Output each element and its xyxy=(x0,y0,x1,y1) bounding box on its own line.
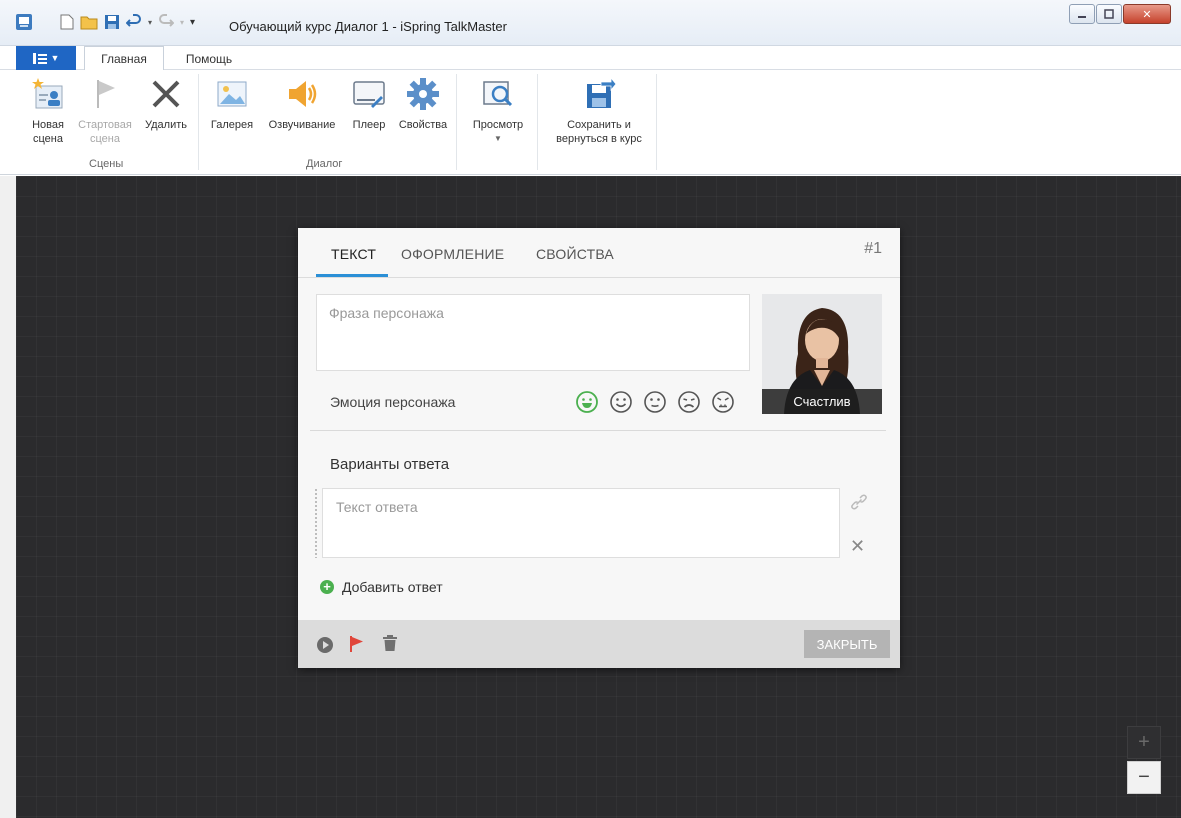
group-label-dialog: Диалог xyxy=(306,158,343,170)
properties-label: Свойства xyxy=(398,119,448,131)
chevron-down-icon: ▼ xyxy=(50,53,60,63)
save-icon[interactable] xyxy=(104,14,120,30)
gear-icon xyxy=(407,78,439,110)
redo-icon xyxy=(159,14,175,27)
tab-properties[interactable]: СВОЙСТВА xyxy=(536,246,614,262)
window-title: Обучающий курс Диалог 1 - iSpring TalkMa… xyxy=(229,19,507,34)
zoom-controls: + − xyxy=(1127,726,1161,794)
start-scene-label-1: Стартовая xyxy=(78,119,132,131)
emotion-happy-icon[interactable] xyxy=(575,390,599,414)
emotion-smile-icon[interactable] xyxy=(609,390,633,414)
scene-card: ТЕКСТ ОФОРМЛЕНИЕ СВОЙСТВА #1 Фраза персо… xyxy=(298,228,900,668)
answers-heading: Варианты ответа xyxy=(330,456,450,473)
properties-button[interactable]: Свойства xyxy=(394,76,452,132)
emotion-neutral-icon[interactable] xyxy=(643,390,667,414)
delete-x-icon xyxy=(152,80,180,108)
ribbon-separator xyxy=(198,74,199,170)
play-icon[interactable] xyxy=(316,636,334,654)
save-return-icon xyxy=(587,76,617,108)
start-scene-button: Стартовая сцена xyxy=(73,76,137,146)
new-scene-label-2: сцена xyxy=(33,133,63,145)
add-answer-label: Добавить ответ xyxy=(342,579,443,595)
gallery-icon xyxy=(217,81,247,107)
save-return-label-2: вернуться в курс xyxy=(556,133,642,145)
start-flag-icon[interactable] xyxy=(348,635,364,653)
speaker-icon xyxy=(289,81,317,107)
preview-label: Просмотр xyxy=(472,119,524,131)
minimize-button[interactable] xyxy=(1069,4,1095,24)
card-footer: ЗАКРЫТЬ xyxy=(298,620,900,668)
maximize-button[interactable] xyxy=(1096,4,1122,24)
close-icon: ✕ xyxy=(1142,8,1152,21)
ribbon-separator xyxy=(537,74,538,170)
quick-access-toolbar: ▾ ▾ ▾ xyxy=(60,14,195,30)
zoom-out-button[interactable]: − xyxy=(1127,761,1161,794)
zoom-in-button[interactable]: + xyxy=(1127,726,1161,759)
start-scene-label-2: сцена xyxy=(90,133,120,145)
menu-icon xyxy=(32,52,47,64)
preview-icon xyxy=(483,81,513,107)
link-icon[interactable] xyxy=(851,494,867,510)
card-tabs: ТЕКСТ ОФОРМЛЕНИЕ СВОЙСТВА #1 xyxy=(298,228,900,278)
emotion-sad-icon[interactable] xyxy=(677,390,701,414)
group-label-scenes: Сцены xyxy=(89,158,124,170)
emotion-label: Эмоция персонажа xyxy=(330,394,456,410)
character-avatar[interactable]: Счастлив xyxy=(762,294,882,414)
file-menu-button[interactable]: ▼ xyxy=(16,46,76,70)
phrase-placeholder: Фраза персонажа xyxy=(329,305,444,321)
save-return-label-1: Сохранить и xyxy=(567,119,631,131)
left-margin xyxy=(0,176,16,818)
plus-circle-icon: + xyxy=(320,580,334,594)
remove-answer-icon[interactable]: ✕ xyxy=(850,537,865,555)
player-button[interactable]: Плеер xyxy=(346,76,392,132)
preview-dropdown-icon: ▼ xyxy=(494,134,502,143)
tab-text[interactable]: ТЕКСТ xyxy=(331,246,376,262)
maximize-icon xyxy=(1104,9,1114,19)
voiceover-label: Озвучивание xyxy=(268,119,336,131)
minimize-icon xyxy=(1078,16,1086,18)
tab-help[interactable]: Помощь xyxy=(174,46,244,71)
redo-dropdown-icon: ▾ xyxy=(180,17,185,27)
scene-number: #1 xyxy=(864,240,882,257)
flag-icon xyxy=(97,80,115,108)
gallery-label: Галерея xyxy=(210,119,254,131)
emotion-angry-icon[interactable] xyxy=(711,390,735,414)
add-answer-button[interactable]: + Добавить ответ xyxy=(320,579,443,595)
title-bar: ▾ ▾ ▾ Обучающий курс Диалог 1 - iSpring … xyxy=(0,0,1181,46)
close-window-button[interactable]: ✕ xyxy=(1123,4,1171,24)
delete-scene-button[interactable]: Удалить xyxy=(140,76,192,132)
player-icon xyxy=(353,81,385,108)
undo-icon[interactable] xyxy=(126,14,142,30)
tab-main[interactable]: Главная xyxy=(84,46,164,71)
trash-icon[interactable] xyxy=(382,634,398,652)
ribbon-separator xyxy=(656,74,657,170)
undo-dropdown-icon[interactable]: ▾ xyxy=(148,18,152,27)
gallery-button[interactable]: Галерея xyxy=(206,76,258,132)
character-phrase-input[interactable]: Фраза персонажа xyxy=(316,294,750,371)
delete-scene-label: Удалить xyxy=(145,119,187,131)
player-label: Плеер xyxy=(352,119,386,131)
open-folder-icon[interactable] xyxy=(80,14,98,30)
answer-placeholder: Текст ответа xyxy=(336,499,418,515)
avatar-emotion-caption: Счастлив xyxy=(762,389,882,414)
drag-handle[interactable] xyxy=(314,488,318,558)
new-scene-icon xyxy=(32,78,63,109)
app-icon[interactable] xyxy=(14,12,34,32)
save-return-button[interactable]: Сохранить и вернуться в курс xyxy=(545,76,653,146)
ribbon-tabs: ▼ Главная Помощь xyxy=(0,46,1181,71)
voiceover-button[interactable]: Озвучивание xyxy=(261,76,343,132)
answer-text-input[interactable]: Текст ответа xyxy=(322,488,840,558)
customize-qa-icon[interactable]: ▾ xyxy=(190,17,195,28)
active-tab-indicator xyxy=(316,274,388,277)
tab-appearance[interactable]: ОФОРМЛЕНИЕ xyxy=(401,246,504,262)
ribbon-separator xyxy=(456,74,457,170)
window-controls: ✕ xyxy=(1068,4,1171,24)
preview-button[interactable]: Просмотр ▼ xyxy=(464,76,532,146)
new-file-icon[interactable] xyxy=(60,14,74,30)
close-card-button[interactable]: ЗАКРЫТЬ xyxy=(804,630,890,658)
new-scene-button[interactable]: Новая сцена xyxy=(26,76,70,146)
section-divider xyxy=(310,430,886,431)
ribbon: Новая сцена Стартовая сцена Удалить Сцен… xyxy=(0,70,1181,175)
new-scene-label-1: Новая xyxy=(32,119,64,131)
